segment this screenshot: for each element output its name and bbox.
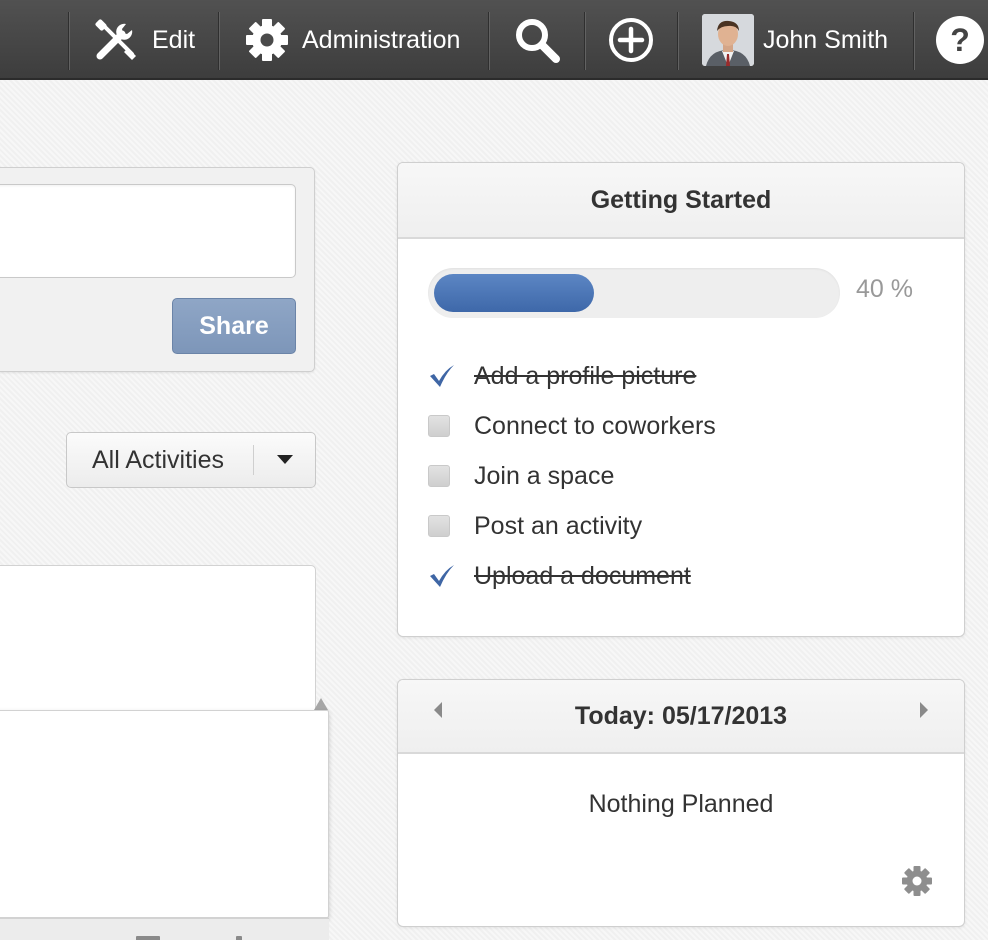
calendar-empty-message: Nothing Planned	[588, 790, 774, 818]
activity-filter-label: All Activities	[92, 445, 224, 474]
calendar-date-title: Today: 05/17/2013	[574, 701, 788, 730]
task-item[interactable]: Connect to coworkers	[428, 401, 716, 451]
chevron-right-icon[interactable]	[918, 700, 930, 725]
user-menu[interactable]: John Smith	[702, 0, 888, 80]
activity-popup-panel	[0, 710, 329, 918]
task-label: Add a profile picture	[474, 361, 697, 390]
task-checkbox[interactable]	[428, 461, 474, 491]
avatar	[702, 14, 754, 66]
task-checkbox[interactable]	[428, 511, 474, 541]
activity-footer-strip	[0, 918, 329, 940]
administration-label: Administration	[302, 25, 461, 54]
search-button[interactable]	[512, 0, 562, 80]
help-glyph: ?	[950, 22, 970, 58]
top-navigation-bar: Edit Administration John Smith ?	[0, 0, 988, 80]
toolbar-separator	[68, 12, 70, 70]
task-label: Connect to coworkers	[474, 411, 716, 440]
task-label: Post an activity	[474, 511, 643, 540]
toolbar-separator	[584, 12, 586, 70]
activity-filter-dropdown[interactable]: All Activities	[66, 432, 316, 488]
help-button[interactable]: ?	[936, 0, 984, 80]
add-circle-icon	[607, 16, 655, 64]
edit-label: Edit	[152, 25, 196, 54]
progress-bar-fill	[434, 274, 594, 312]
progress-percent: 40 %	[856, 275, 913, 303]
gear-icon	[244, 17, 290, 63]
getting-started-widget: Getting Started 40 % Add a profile pictu…	[397, 162, 965, 637]
calendar-header: Today: 05/17/2013	[398, 680, 964, 754]
checkmark-icon	[428, 561, 474, 591]
task-label: Upload a document	[474, 561, 691, 590]
footer-icon	[136, 936, 160, 940]
task-item[interactable]: Join a space	[428, 451, 716, 501]
chevron-left-icon[interactable]	[432, 700, 444, 725]
toolbar-separator	[677, 12, 679, 70]
checkbox-box	[428, 415, 450, 437]
user-name: John Smith	[763, 25, 889, 54]
getting-started-title: Getting Started	[398, 163, 964, 239]
search-icon	[512, 15, 562, 65]
share-status-input[interactable]	[0, 184, 296, 278]
task-item[interactable]: Upload a document	[428, 551, 716, 601]
toolbar-separator	[913, 12, 915, 70]
edit-button[interactable]: Edit	[92, 0, 195, 80]
popup-arrow	[314, 698, 328, 710]
task-item[interactable]: Post an activity	[428, 501, 716, 551]
task-checkbox[interactable]	[428, 411, 474, 441]
gear-icon[interactable]	[900, 864, 934, 903]
checkbox-box	[428, 465, 450, 487]
footer-icon	[236, 936, 242, 940]
administration-button[interactable]: Administration	[244, 0, 460, 80]
add-button[interactable]	[607, 0, 655, 80]
getting-started-task-list: Add a profile picture Connect to coworker…	[428, 351, 716, 601]
toolbar-separator	[218, 12, 220, 70]
tools-icon	[92, 16, 140, 64]
share-button[interactable]: Share	[172, 298, 296, 354]
toolbar-separator	[488, 12, 490, 70]
help-icon: ?	[936, 16, 984, 64]
checkbox-box	[428, 515, 450, 537]
task-label: Join a space	[474, 461, 615, 490]
task-item[interactable]: Add a profile picture	[428, 351, 716, 401]
checkmark-icon	[428, 361, 474, 391]
calendar-widget: Today: 05/17/2013 Nothing Planned	[397, 679, 965, 927]
progress-bar	[428, 268, 840, 318]
chevron-down-icon[interactable]	[254, 433, 315, 487]
